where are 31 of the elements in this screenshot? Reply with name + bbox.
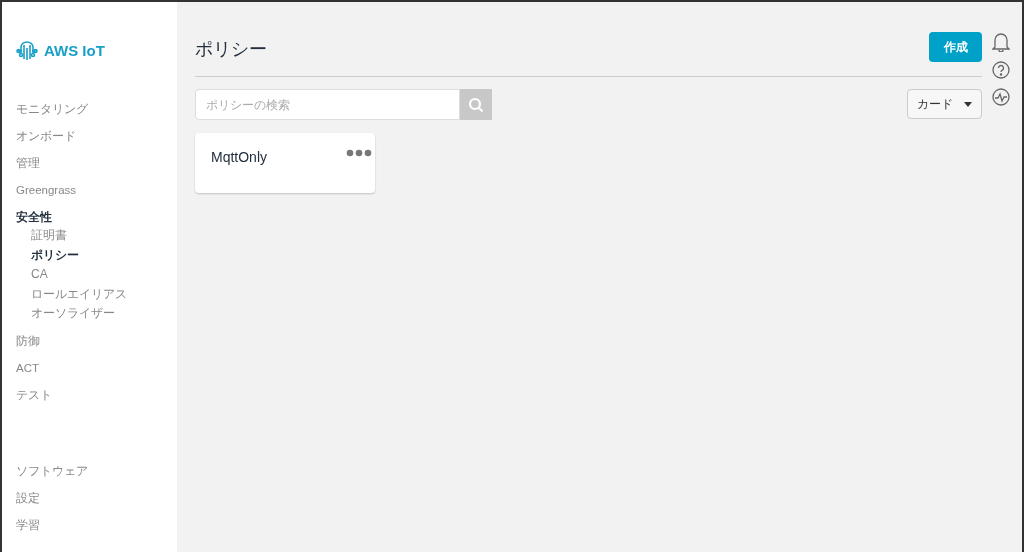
create-button[interactable]: 作成 bbox=[929, 32, 982, 62]
nav-item[interactable]: テスト bbox=[16, 381, 52, 409]
nav-item[interactable]: 管理 bbox=[16, 150, 40, 177]
nav-item[interactable]: 防御 bbox=[16, 327, 40, 355]
activity-icon[interactable] bbox=[992, 88, 1010, 106]
search-icon bbox=[468, 96, 484, 113]
nav-item[interactable]: オンボード bbox=[16, 123, 76, 150]
bell-icon[interactable] bbox=[992, 32, 1010, 52]
nav-item[interactable]: ポリシー bbox=[31, 245, 79, 265]
nav-item[interactable]: 設定 bbox=[16, 484, 40, 512]
view-value: カード bbox=[917, 96, 953, 113]
nav-item[interactable]: ソフトウェア bbox=[16, 457, 88, 485]
nav-item[interactable]: 安全性 bbox=[16, 208, 52, 226]
nav-item[interactable]: CA bbox=[31, 265, 48, 285]
card-title: MqttOnly bbox=[211, 148, 267, 167]
policy-card[interactable]: MqttOnly bbox=[195, 133, 375, 193]
view-dropdown[interactable]: カード bbox=[907, 89, 982, 119]
nav-item[interactable]: 学習 bbox=[16, 511, 40, 539]
nav-item[interactable]: Greengrass bbox=[16, 177, 77, 204]
app-logo[interactable]: AWS IoT bbox=[44, 39, 105, 63]
nav-item[interactable]: モニタリング bbox=[16, 96, 88, 123]
caret-icon bbox=[964, 101, 972, 107]
more-icon[interactable] bbox=[346, 149, 372, 157]
page-title: ポリシー bbox=[195, 37, 267, 61]
nav-item[interactable]: ロールエイリアス bbox=[31, 284, 127, 304]
logo-icon bbox=[16, 40, 38, 62]
help-icon[interactable] bbox=[992, 61, 1010, 79]
search-field[interactable]: ポリシーの検索 bbox=[195, 89, 460, 120]
nav-item[interactable]: 証明書 bbox=[31, 226, 67, 246]
nav-item[interactable]: ACT bbox=[16, 354, 39, 382]
nav-item[interactable]: オーソライザー bbox=[31, 304, 115, 324]
